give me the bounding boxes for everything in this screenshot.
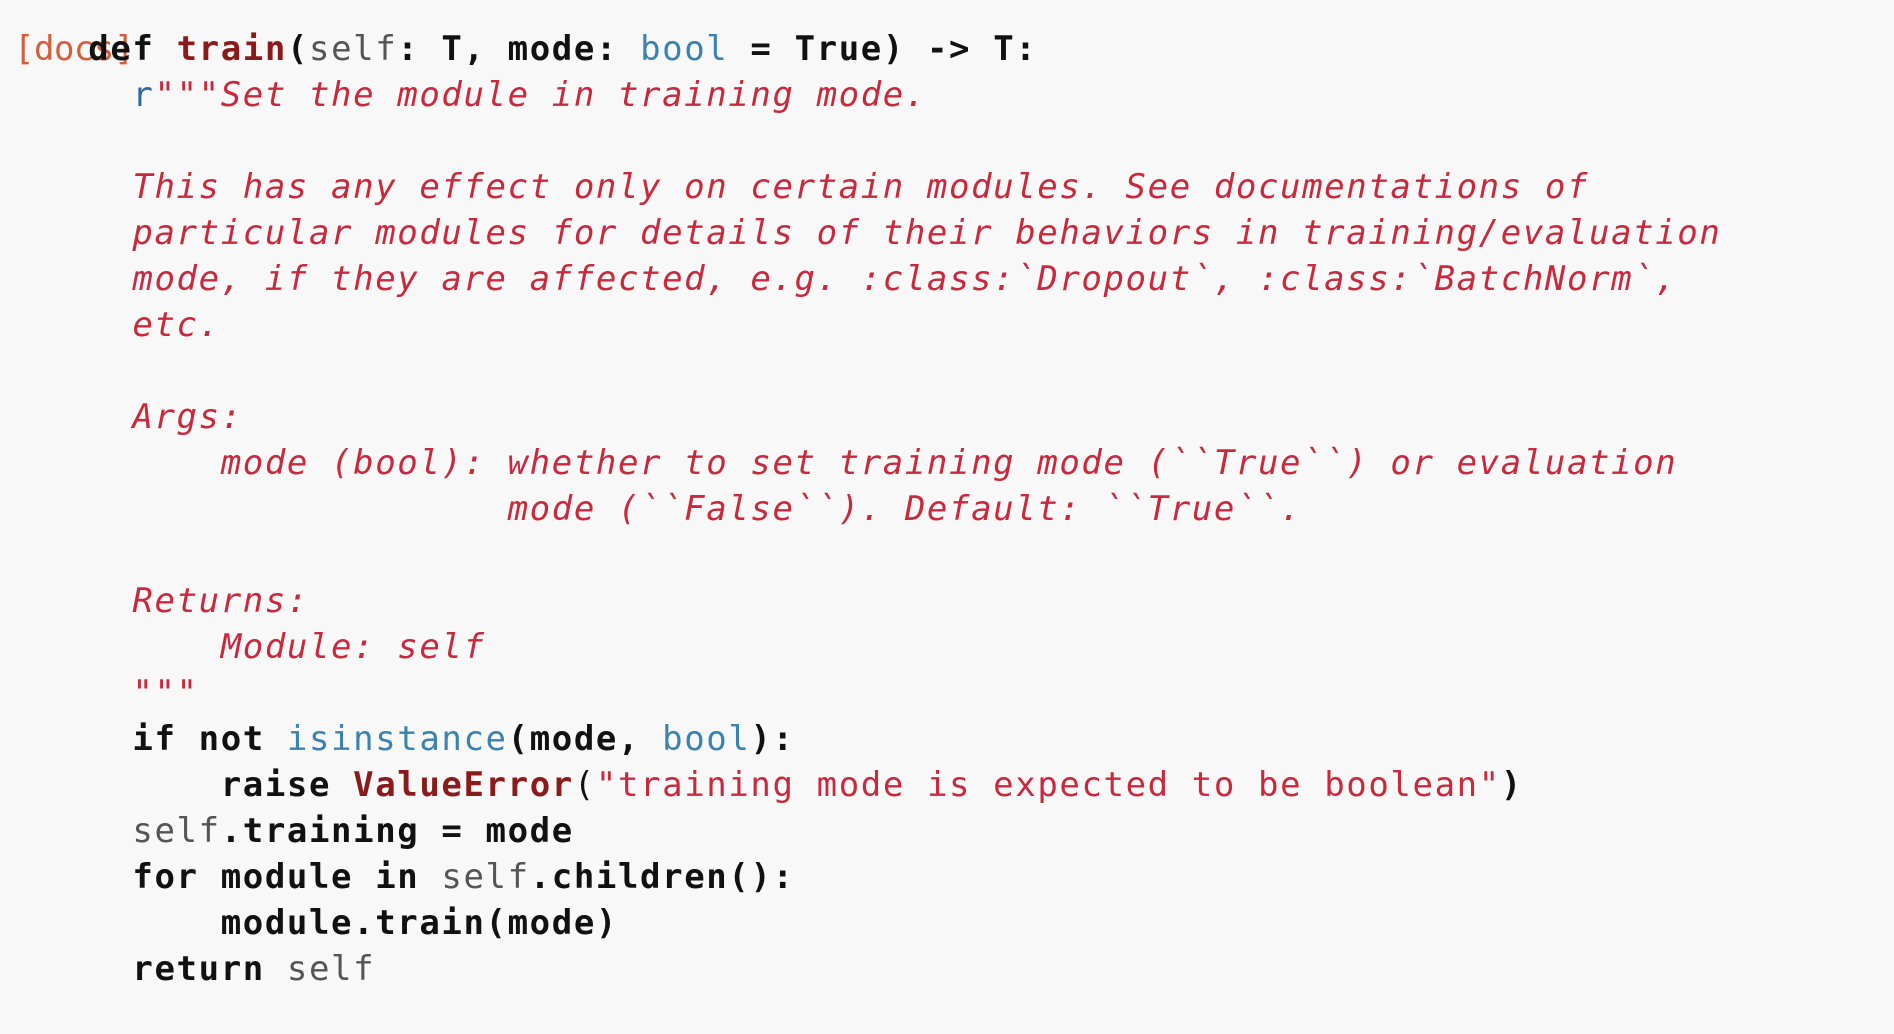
code-line-docstring: particular modules for details of their …: [0, 210, 1721, 256]
code-block: def train(self: T, mode: bool = True) ->…: [0, 26, 1721, 992]
keyword-not: not: [176, 719, 287, 759]
code-line-for: for module in self.children():: [0, 854, 1721, 900]
code-line-docstring: mode (``False``). Default: ``True``.: [0, 486, 1721, 532]
docstring-text: """: [132, 673, 199, 713]
exception-name: ValueError: [353, 765, 574, 805]
self-token: self: [309, 29, 398, 69]
loop-variable: module: [198, 857, 376, 897]
code-line-docstring: etc.: [0, 302, 1721, 348]
string-literal: "training mode is expected to be boolean…: [595, 765, 1501, 805]
code-line-docstring: mode, if they are affected, e.g. :class:…: [0, 256, 1721, 302]
keyword-raise: raise: [220, 765, 332, 805]
code-line-docstring: This has any effect only on certain modu…: [0, 164, 1721, 210]
docstring-text: This has any effect only on certain modu…: [132, 167, 1590, 207]
punctuation: ):: [750, 719, 795, 759]
docstring-text: Returns:: [132, 581, 309, 621]
keyword-return: return: [132, 949, 265, 989]
keyword-def: def: [88, 29, 155, 69]
punctuation: (mode,: [507, 719, 663, 759]
punctuation: ): [1500, 765, 1523, 805]
source-code-viewer: [docs] def train(self: T, mode: bool = T…: [0, 0, 1894, 1034]
punctuation: (: [573, 765, 596, 805]
docstring-text: Args:: [132, 397, 243, 437]
self-token: self: [286, 949, 376, 989]
raw-string-prefix: r: [132, 75, 155, 115]
signature-return: = True) -> T:: [728, 29, 1038, 69]
docstring-text: """Set the module in training mode.: [154, 75, 927, 115]
code-line-docstring: Module: self: [0, 624, 1721, 670]
docstring-text: etc.: [132, 305, 221, 345]
signature-text: : T, mode:: [397, 29, 641, 69]
code-line-docstring: Args:: [0, 394, 1721, 440]
docstring-text: mode (bool): whether to set training mod…: [132, 443, 1678, 483]
keyword-in: in: [375, 857, 420, 897]
docstring-text: particular modules for details of their …: [132, 213, 1722, 253]
self-token: self: [132, 811, 221, 851]
self-token: self: [441, 857, 530, 897]
docstring-text: mode, if they are affected, e.g. :class:…: [132, 259, 1678, 299]
builtin-bool: bool: [662, 719, 751, 759]
code-line-raise: raise ValueError("training mode is expec…: [0, 762, 1721, 808]
punctuation: (: [286, 29, 310, 69]
code-line-docstring-close: """: [0, 670, 1721, 716]
builtin-bool: bool: [640, 29, 729, 69]
code-line-def: def train(self: T, mode: bool = True) ->…: [0, 26, 1721, 72]
code-line-call: module.train(mode): [0, 900, 1721, 946]
code-line-docstring: mode (bool): whether to set training mod…: [0, 440, 1721, 486]
code-line-docstring: Returns:: [0, 578, 1721, 624]
function-name: train: [176, 29, 287, 69]
docstring-text: mode (``False``). Default: ``True``.: [132, 489, 1303, 529]
code-line-docstring-open: r"""Set the module in training mode.: [0, 72, 1721, 118]
builtin-isinstance: isinstance: [286, 719, 508, 759]
keyword-for: for: [132, 857, 199, 897]
code-line-if: if not isinstance(mode, bool):: [0, 716, 1721, 762]
code-line-assign: self.training = mode: [0, 808, 1721, 854]
code-line-return: return self: [0, 946, 1721, 992]
assignment-text: .training = mode: [220, 811, 574, 851]
keyword-if: if: [132, 719, 177, 759]
method-call: module.train(mode): [220, 903, 618, 943]
method-call: .children():: [529, 857, 795, 897]
docstring-text: Module: self: [132, 627, 486, 667]
